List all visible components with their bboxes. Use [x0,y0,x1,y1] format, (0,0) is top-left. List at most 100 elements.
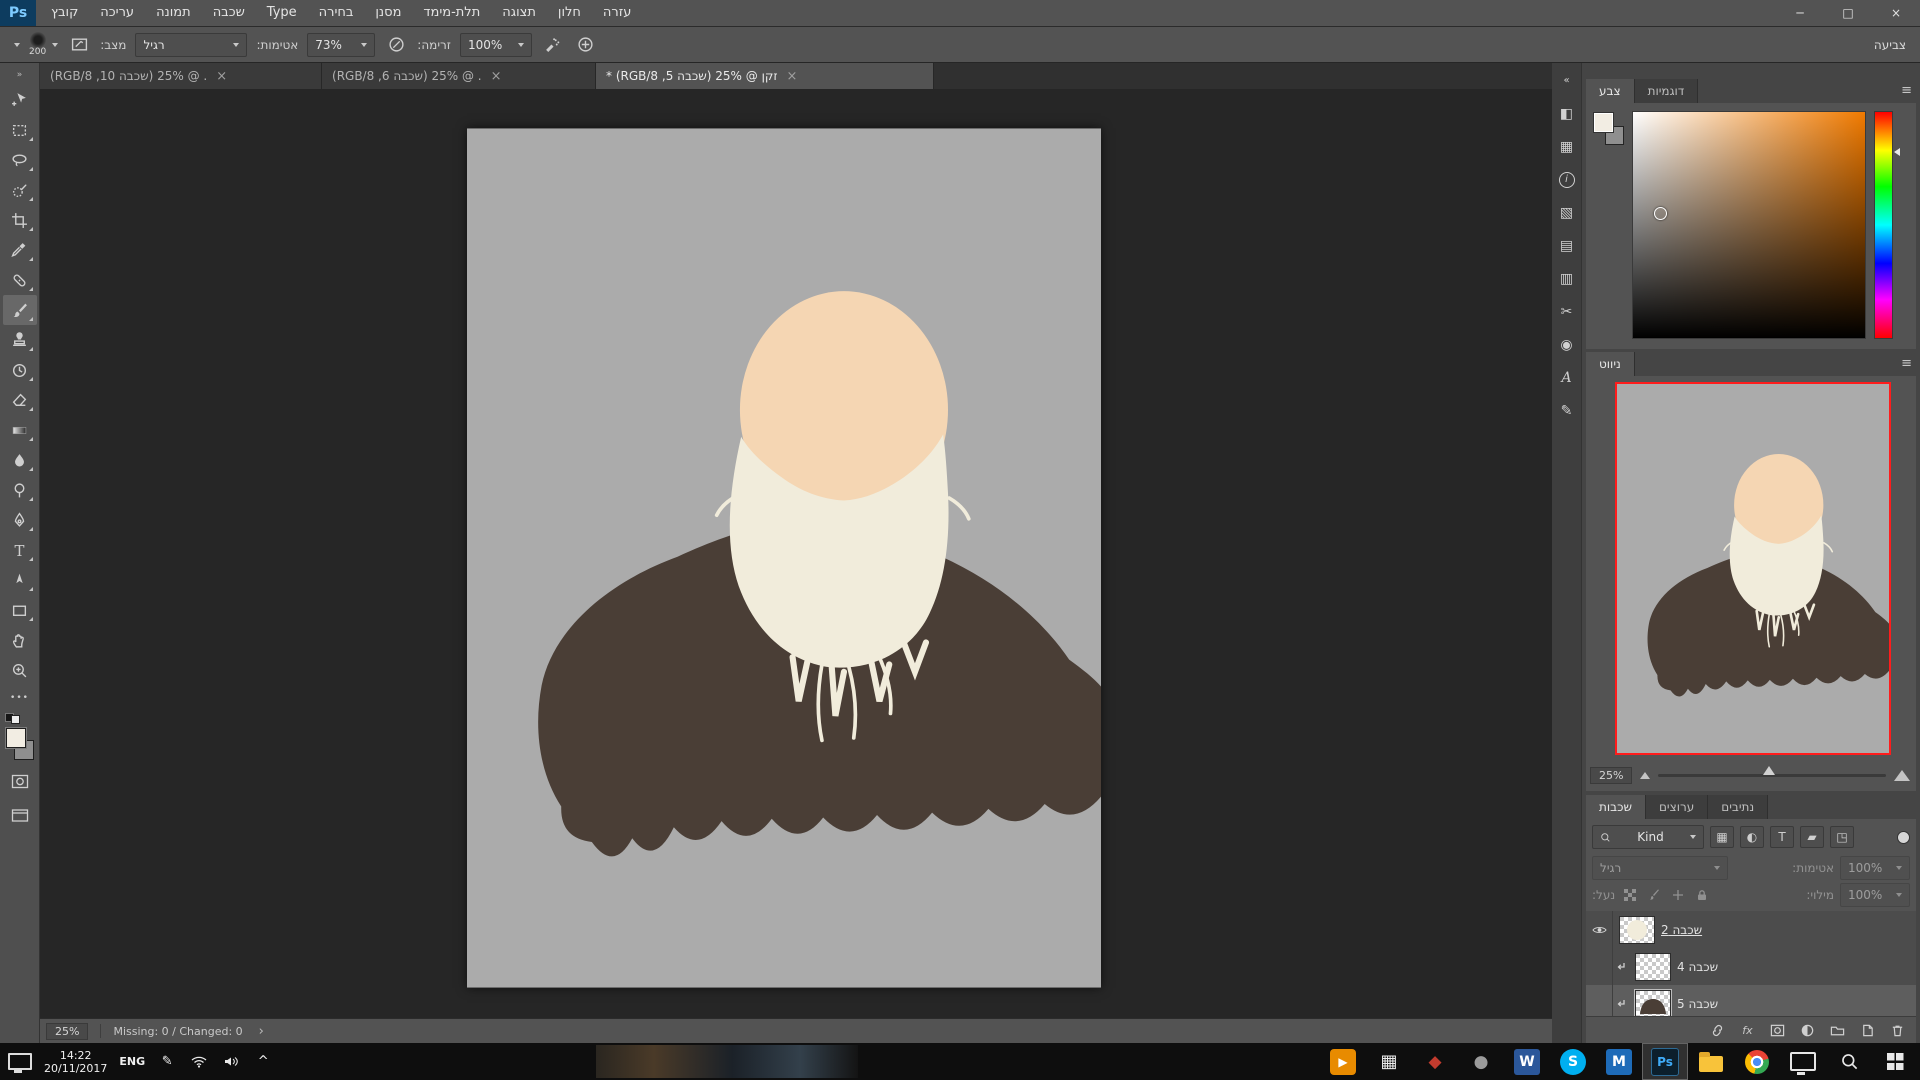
tool-move[interactable] [3,85,37,115]
layer-style-icon[interactable]: fx [1739,1022,1756,1039]
lock-pixels-icon[interactable] [1645,887,1663,903]
tab-paths[interactable]: נתיבים [1708,795,1769,819]
lock-transparency-icon[interactable] [1621,887,1639,903]
taskbar-clock[interactable]: 14:22 20/11/2017 [44,1049,107,1075]
tool-healing-brush[interactable] [3,265,37,295]
tab-layers[interactable]: שכבות [1586,795,1646,819]
menu-3d[interactable]: תלת-מימד [412,0,491,26]
navigator-proxy-view[interactable] [1615,382,1891,755]
menu-help[interactable]: עזרה [592,0,642,26]
taskbar-app-chrome[interactable] [1734,1043,1780,1080]
tool-type[interactable]: T [3,535,37,565]
tool-path-selection[interactable] [3,565,37,595]
tool-clone-stamp[interactable] [3,325,37,355]
tool-rectangular-marquee[interactable] [3,115,37,145]
taskbar-app-m[interactable]: M [1596,1043,1642,1080]
tool-dodge[interactable] [3,475,37,505]
hue-slider-marker[interactable] [1894,148,1900,157]
close-tab-icon[interactable]: × [491,69,502,84]
tool-eraser[interactable] [3,385,37,415]
adjustment-layer-icon[interactable] [1799,1022,1816,1039]
menu-file[interactable]: קובץ [40,0,89,26]
taskbar-app-camera[interactable]: ● [1458,1043,1504,1080]
taskbar-app-word[interactable]: W [1504,1043,1550,1080]
character-panel-icon[interactable]: ▤ [1553,231,1581,260]
brush-panel-toggle[interactable] [67,33,91,57]
menu-layer[interactable]: שכבה [202,0,256,26]
fill-select[interactable]: 100% [1840,883,1910,907]
layer-thumbnail[interactable] [1635,952,1671,981]
pen-input-icon[interactable]: ✎ [157,1052,177,1072]
blend-mode-select[interactable]: רגיל [135,32,248,57]
maximize-button[interactable]: □ [1824,0,1872,26]
taskbar-app-media-player[interactable]: ▶ [1320,1043,1366,1080]
taskbar-app-skype[interactable]: S [1550,1043,1596,1080]
document-canvas[interactable] [467,128,1101,988]
foreground-background-swatches[interactable] [5,728,35,760]
photoshop-logo[interactable]: Ps [0,0,36,26]
wifi-icon[interactable] [189,1052,209,1072]
layer-visibility-toggle[interactable] [1586,948,1613,985]
tab-color[interactable]: צבע [1586,79,1635,103]
close-tab-icon[interactable]: × [787,69,798,84]
document-tab-2[interactable]: . @ 25% (שכבה 6, RGB/8) × [322,63,596,89]
menu-view[interactable]: תצוגה [491,0,547,26]
layer-blend-mode-select[interactable]: רגיל [1592,856,1728,880]
minimize-button[interactable]: ─ [1776,0,1824,26]
color-cursor[interactable] [1653,206,1667,220]
layer-name[interactable]: שכבה 2 [1661,923,1702,937]
default-colors-icon[interactable] [5,713,20,724]
lock-position-icon[interactable] [1669,887,1687,903]
opacity-select[interactable]: 73% [307,32,376,57]
tool-blur[interactable] [3,445,37,475]
foreground-color-swatch[interactable] [5,728,26,748]
new-layer-icon[interactable] [1859,1022,1876,1039]
tool-history-brush[interactable] [3,355,37,385]
taskbar-app-photoshop[interactable]: Ps [1642,1043,1688,1080]
close-tab-icon[interactable]: × [216,69,227,84]
zoom-slider-thumb[interactable] [1763,765,1776,775]
navigator-panel-menu-icon[interactable]: ≡ [1901,352,1912,376]
zoom-out-icon[interactable] [1640,771,1651,779]
document-tab-3-active[interactable]: זקן @ 25% (שכבה 5, RGB/8) * × [596,63,934,89]
tab-navigator[interactable]: ניווט [1586,352,1635,376]
layer-filter-select[interactable]: Kind [1592,825,1704,849]
menu-edit[interactable]: עריכה [89,0,145,26]
filter-adjustment-layers-icon[interactable]: ◐ [1740,826,1764,848]
annotate-panel-icon[interactable]: ✎ [1553,396,1581,425]
layer-row-1[interactable]: שכבה 2 [1586,911,1916,949]
language-indicator[interactable]: ENG [119,1055,145,1068]
info-panel-icon[interactable]: i [1553,165,1581,194]
zoom-in-icon[interactable] [1894,769,1910,781]
monitor-icon[interactable] [8,1053,32,1073]
lock-all-icon[interactable] [1693,887,1711,903]
layer-opacity-select[interactable]: 100% [1840,856,1910,880]
measure-panel-icon[interactable]: ✂ [1553,297,1581,326]
filter-shape-layers-icon[interactable]: ▰ [1800,826,1824,848]
layer-name[interactable]: שכבה 4 [1677,960,1718,974]
histogram-panel-icon[interactable]: ▦ [1553,132,1581,161]
pressure-size-toggle[interactable] [574,33,598,57]
tab-swatches[interactable]: דוגמיות [1634,79,1699,103]
tool-brush[interactable] [2,295,37,325]
taskbar-app-computer[interactable] [1780,1043,1826,1080]
navigator-zoom-field[interactable]: 25% [1590,766,1633,784]
layer-thumbnail[interactable] [1619,915,1655,944]
tool-crop[interactable] [3,205,37,235]
layer-filter-toggle[interactable] [1897,830,1910,844]
taskbar-app-media[interactable]: ◆ [1412,1043,1458,1080]
color-panel-menu-icon[interactable]: ≡ [1901,79,1912,103]
link-layers-icon[interactable] [1709,1022,1726,1039]
toolbar-collapse-icon[interactable]: » [17,65,23,85]
tool-preset-picker[interactable] [8,42,20,47]
volume-icon[interactable] [221,1052,241,1072]
menu-image[interactable]: תמונה [145,0,202,26]
new-group-icon[interactable] [1829,1022,1846,1039]
menu-filter[interactable]: מסנן [364,0,412,26]
character-styles-panel-icon[interactable]: A [1553,363,1581,392]
edit-toolbar-icon[interactable]: ••• [10,693,29,703]
canvas-workspace[interactable] [40,89,1552,1019]
start-button[interactable] [1872,1043,1918,1080]
quick-mask-button[interactable] [3,768,37,794]
hue-slider[interactable] [1874,111,1900,339]
